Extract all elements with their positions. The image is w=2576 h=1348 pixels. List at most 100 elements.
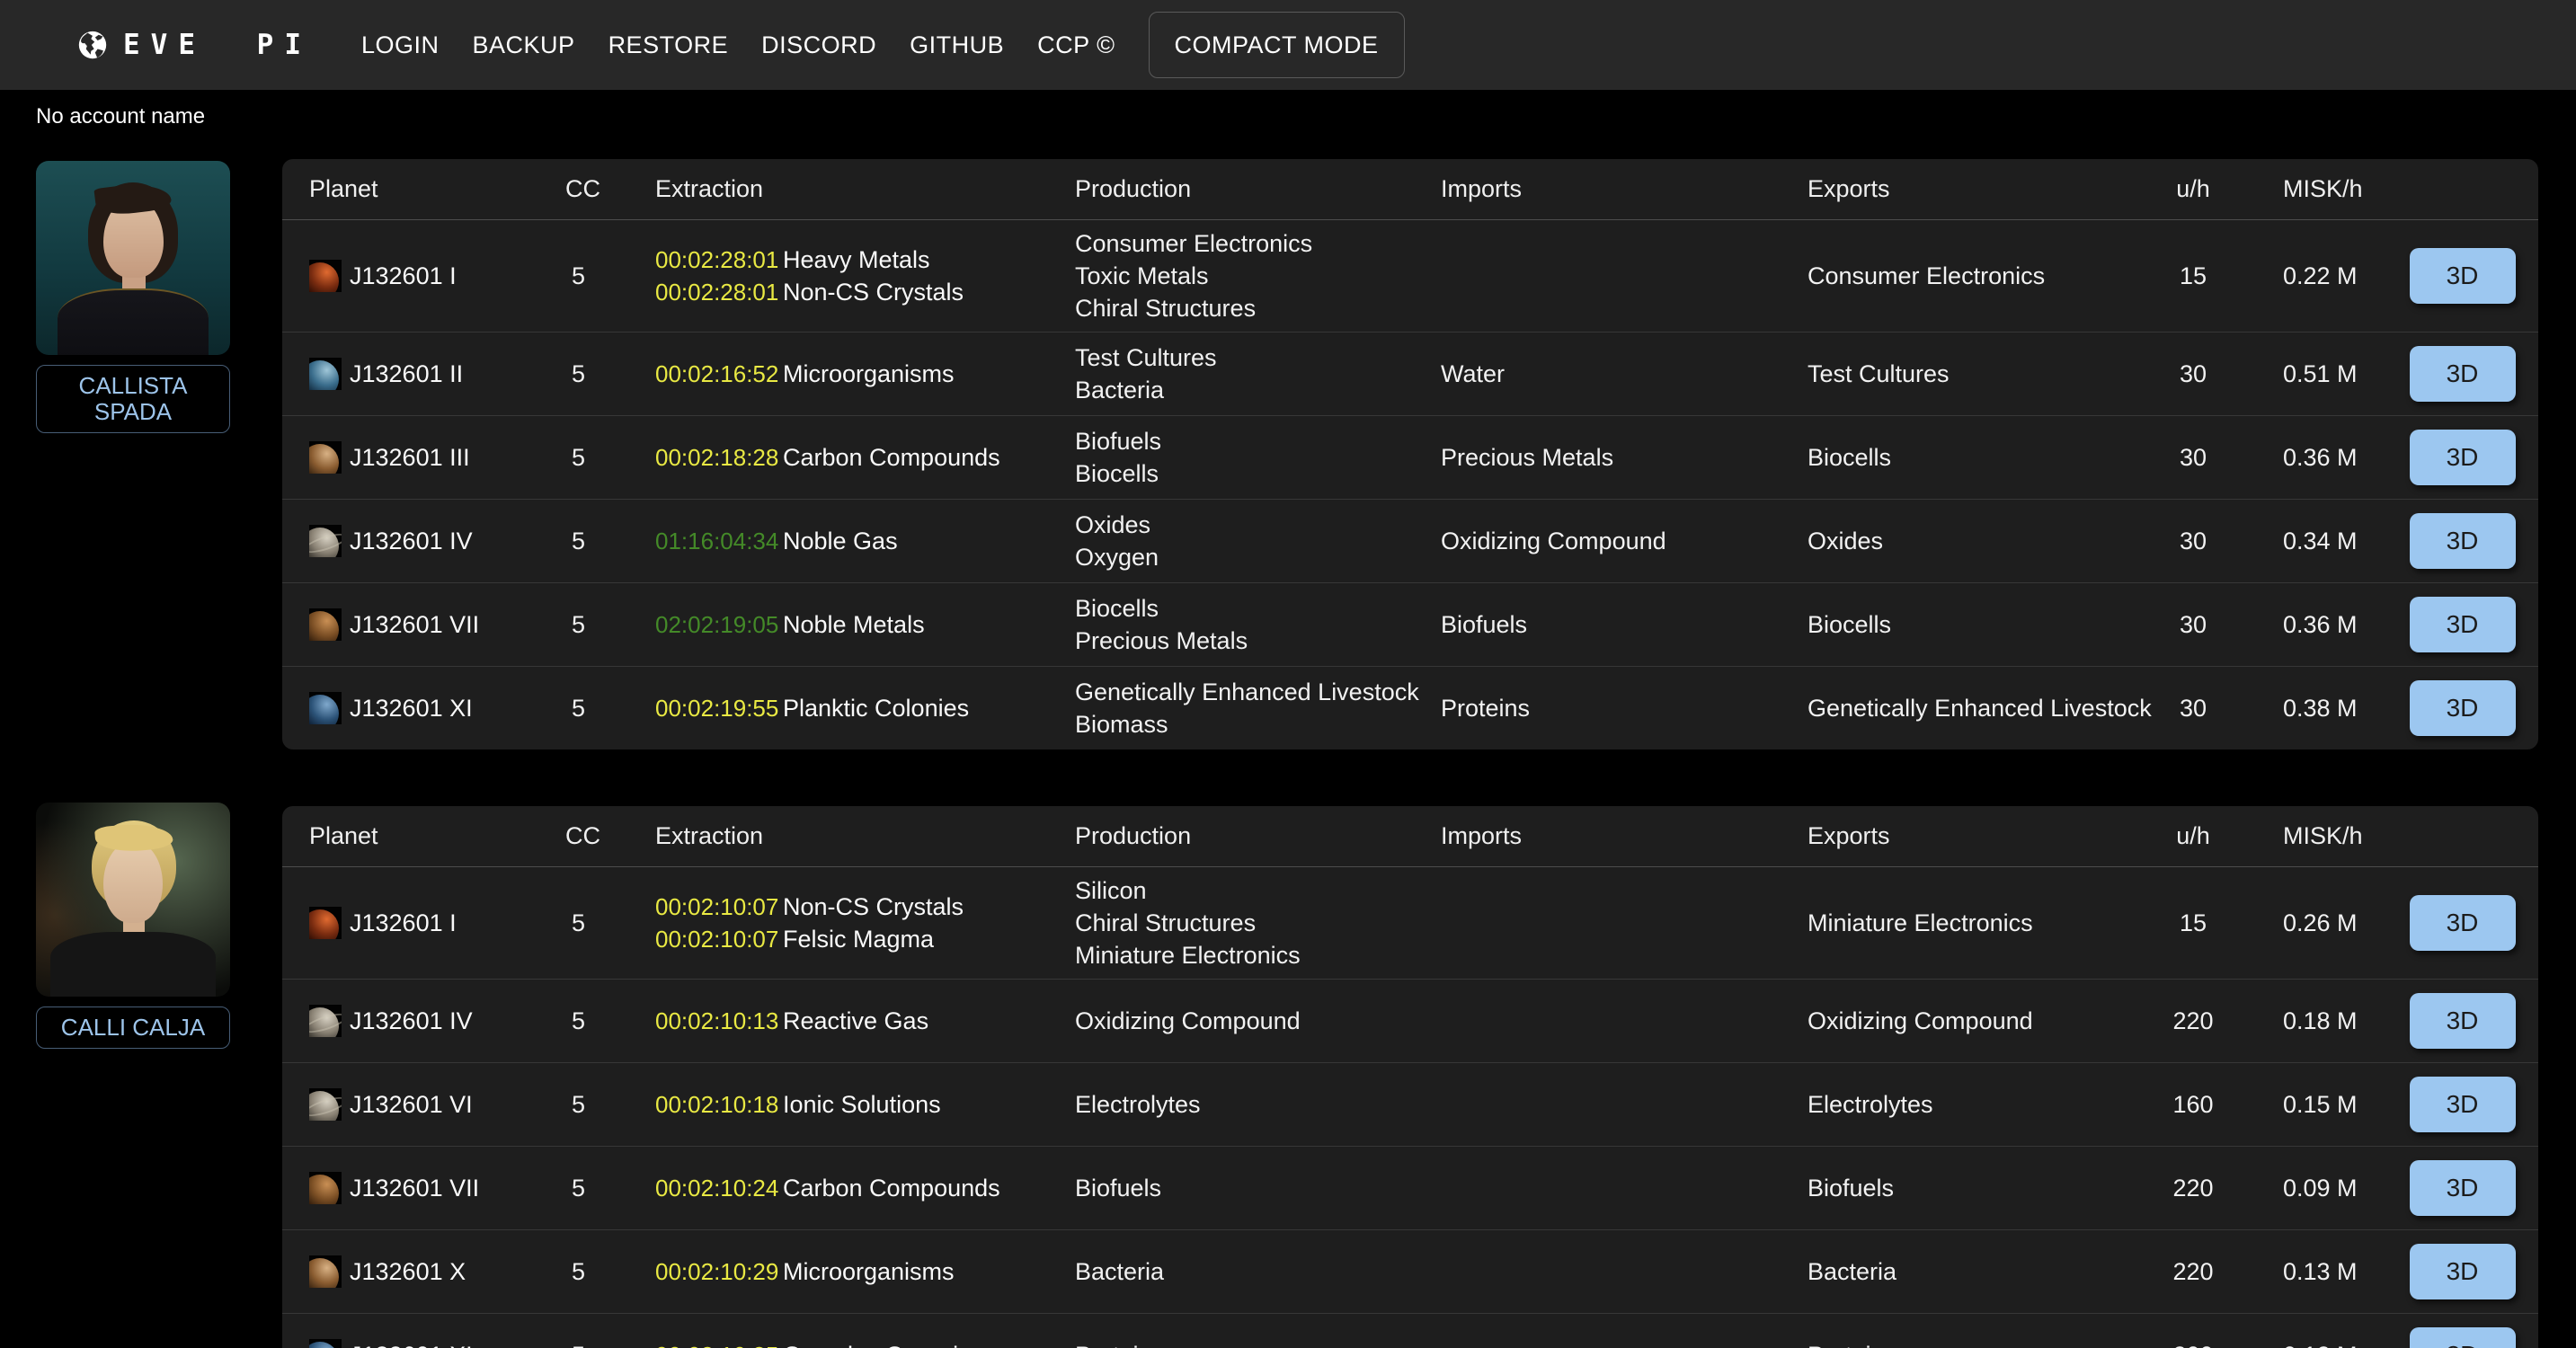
character-name-line: SPADA <box>94 398 172 425</box>
view-3d-button[interactable]: 3D <box>2410 895 2516 951</box>
planet-cell: J132601 III <box>309 441 565 474</box>
misk-per-hour: 0.26 M <box>2238 909 2409 937</box>
view-3d-button[interactable]: 3D <box>2410 513 2516 569</box>
extraction-resource: Heavy Metals <box>783 244 930 276</box>
planet-icon <box>309 525 342 557</box>
character-name-button[interactable]: CALLISTA SPADA <box>36 365 230 433</box>
exports-cell: Test Cultures <box>1808 358 2148 390</box>
actions-cell: 3D <box>2409 1160 2516 1216</box>
table-header-row: Planet CC Extraction Production Imports … <box>282 806 2538 867</box>
view-3d-button[interactable]: 3D <box>2410 346 2516 402</box>
extraction-timer: 00:02:28:01 <box>655 244 776 276</box>
misk-per-hour: 0.36 M <box>2238 611 2409 639</box>
view-3d-button[interactable]: 3D <box>2410 1327 2516 1348</box>
nav-link-ccp[interactable]: CCP © <box>1037 31 1115 59</box>
actions-cell: 3D <box>2409 1077 2516 1132</box>
production-cell: Oxidizing Compound <box>1075 1005 1441 1037</box>
actions-cell: 3D <box>2409 430 2516 485</box>
planet-name: J132601 III <box>350 444 470 472</box>
extraction-cell: 00:02:19:55Planktic Colonies <box>655 692 1075 724</box>
extraction-resource: Non-CS Crystals <box>783 891 964 923</box>
planet-cell: J132601 VII <box>309 1172 565 1204</box>
character-name-button[interactable]: CALLI CALJA <box>36 1007 230 1049</box>
extraction-line: 00:02:10:18Ionic Solutions <box>655 1088 1075 1121</box>
command-center-level: 5 <box>565 528 655 555</box>
extraction-timer: 00:02:10:29 <box>655 1255 776 1288</box>
planet-icon <box>309 1172 342 1204</box>
exports-cell: Biocells <box>1808 608 2148 641</box>
extraction-line: 00:02:16:52Microorganisms <box>655 358 1075 390</box>
exports-item: Oxides <box>1808 525 2148 557</box>
extraction-cell: 00:02:10:29Microorganisms <box>655 1255 1075 1288</box>
planet-icon <box>309 1339 342 1348</box>
exports-item: Consumer Electronics <box>1808 260 2148 292</box>
extraction-line: 00:02:28:01Non-CS Crystals <box>655 276 1075 308</box>
nav-link-github[interactable]: GITHUB <box>910 31 1004 59</box>
planet-row: J132601 II 5 00:02:16:52Microorganisms T… <box>282 332 2538 415</box>
misk-per-hour: 0.34 M <box>2238 528 2409 555</box>
production-item: Biocells <box>1075 592 1441 625</box>
character-panel-1: CALLISTA SPADA <box>36 161 230 433</box>
units-per-hour: 15 <box>2148 262 2238 290</box>
command-center-level: 5 <box>565 1258 655 1286</box>
production-cell: Genetically Enhanced LivestockBiomass <box>1075 676 1441 741</box>
actions-cell: 3D <box>2409 597 2516 652</box>
extraction-resource: Noble Gas <box>783 525 898 557</box>
nav-link-backup[interactable]: BACKUP <box>473 31 575 59</box>
planet-icon <box>309 907 342 939</box>
view-3d-button[interactable]: 3D <box>2410 1160 2516 1216</box>
view-3d-button[interactable]: 3D <box>2410 248 2516 304</box>
column-header-imports: Imports <box>1441 175 1808 203</box>
planet-row: J132601 VI 5 00:02:10:18Ionic Solutions … <box>282 1062 2538 1146</box>
production-item: Test Cultures <box>1075 341 1441 374</box>
table-body: J132601 I 5 00:02:10:07Non-CS Crystals00… <box>282 867 2538 1348</box>
column-header-uh: u/h <box>2148 175 2238 203</box>
view-3d-button[interactable]: 3D <box>2410 430 2516 485</box>
units-per-hour: 200 <box>2148 1342 2238 1348</box>
imports-item: Proteins <box>1441 692 1808 724</box>
nav-link-restore[interactable]: RESTORE <box>608 31 729 59</box>
exports-item: Biocells <box>1808 441 2148 474</box>
character-portrait[interactable] <box>36 161 230 355</box>
planet-cell: J132601 XI <box>309 692 565 724</box>
production-item: Electrolytes <box>1075 1088 1441 1121</box>
production-item: Biocells <box>1075 457 1441 490</box>
imports-item: Biofuels <box>1441 608 1808 641</box>
avatar-torso <box>50 932 216 997</box>
units-per-hour: 220 <box>2148 1175 2238 1202</box>
production-cell: Electrolytes <box>1075 1088 1441 1121</box>
exports-cell: Biofuels <box>1808 1172 2148 1204</box>
misk-per-hour: 0.15 M <box>2238 1091 2409 1119</box>
misk-per-hour: 0.09 M <box>2238 1175 2409 1202</box>
eve-pi-app: EVE PI LOGIN BACKUP RESTORE DISCORD GITH… <box>0 0 2576 1348</box>
view-3d-button[interactable]: 3D <box>2410 1244 2516 1299</box>
misk-per-hour: 0.18 M <box>2238 1007 2409 1035</box>
extraction-cell: 00:02:10:35Complex Organisms <box>655 1339 1075 1348</box>
nav-link-login[interactable]: LOGIN <box>361 31 440 59</box>
command-center-level: 5 <box>565 1342 655 1348</box>
actions-cell: 3D <box>2409 1244 2516 1299</box>
account-name-label: No account name <box>36 104 205 129</box>
production-item: Bacteria <box>1075 374 1441 406</box>
extraction-resource: Carbon Compounds <box>783 441 1000 474</box>
planet-row: J132601 I 5 00:02:10:07Non-CS Crystals00… <box>282 867 2538 979</box>
actions-cell: 3D <box>2409 513 2516 569</box>
production-cell: Proteins <box>1075 1339 1441 1348</box>
exports-item: Miniature Electronics <box>1808 907 2148 939</box>
planet-row: J132601 IV 5 01:16:04:34Noble Gas Oxides… <box>282 499 2538 582</box>
compact-mode-button[interactable]: COMPACT MODE <box>1149 12 1405 78</box>
brand[interactable]: EVE PI <box>76 29 312 61</box>
extraction-line: 01:16:04:34Noble Gas <box>655 525 1075 557</box>
planet-cell: J132601 VI <box>309 1088 565 1121</box>
extraction-line: 00:02:10:13Reactive Gas <box>655 1005 1075 1037</box>
view-3d-button[interactable]: 3D <box>2410 680 2516 736</box>
view-3d-button[interactable]: 3D <box>2410 1077 2516 1132</box>
extraction-resource: Planktic Colonies <box>783 692 969 724</box>
planet-table-2: Planet CC Extraction Production Imports … <box>282 806 2538 1348</box>
character-portrait[interactable] <box>36 803 230 997</box>
units-per-hour: 30 <box>2148 695 2238 723</box>
view-3d-button[interactable]: 3D <box>2410 993 2516 1049</box>
view-3d-button[interactable]: 3D <box>2410 597 2516 652</box>
exports-cell: Proteins <box>1808 1339 2148 1348</box>
nav-link-discord[interactable]: DISCORD <box>761 31 876 59</box>
